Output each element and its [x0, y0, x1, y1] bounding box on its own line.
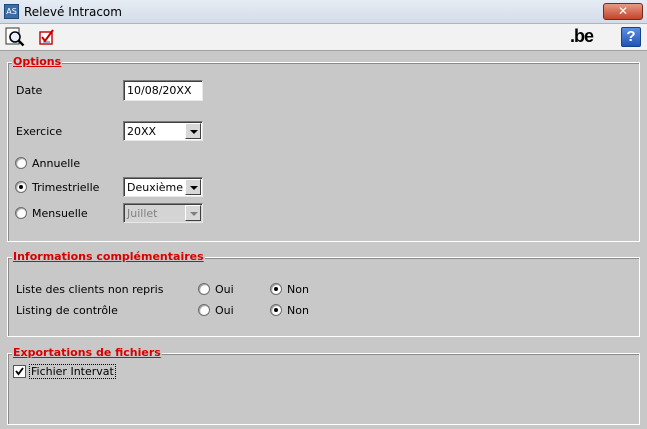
trimestrielle-label: Trimestrielle: [32, 181, 100, 194]
radio-mensuelle[interactable]: [15, 207, 27, 219]
mensuelle-label: Mensuelle: [32, 207, 88, 220]
magnifier-page-icon[interactable]: [4, 26, 26, 48]
date-input[interactable]: 10/08/20XX: [123, 80, 203, 101]
exercice-select[interactable]: 20XX: [123, 121, 203, 141]
info-group-title: Informations complémentaires: [12, 250, 205, 263]
clients-label: Liste des clients non repris: [16, 283, 164, 296]
month-select: Juillet: [123, 203, 203, 223]
control-label: Listing de contrôle: [16, 304, 118, 317]
exercice-label: Exercice: [16, 125, 63, 138]
toolbar: .be ?: [0, 24, 647, 51]
window-title: Relevé Intracom: [24, 5, 122, 19]
clients-radio-non[interactable]: [270, 283, 282, 295]
info-group: Informations complémentaires Liste des c…: [7, 250, 640, 337]
quarter-value: Deuxième: [127, 181, 184, 194]
control-radio-oui[interactable]: [198, 304, 210, 316]
annuelle-label: Annuelle: [32, 157, 81, 170]
control-non-label: Non: [287, 304, 309, 317]
intervat-label-text: Fichier Intervat: [29, 364, 116, 379]
app-icon: AS: [4, 4, 19, 19]
month-value: Juillet: [127, 207, 158, 220]
be-logo: .be: [570, 26, 594, 46]
control-radio-non[interactable]: [270, 304, 282, 316]
chevron-down-icon[interactable]: [185, 123, 201, 139]
clients-oui-label: Oui: [215, 283, 234, 296]
title-bar: AS Relevé Intracom ✕: [0, 0, 647, 24]
quarter-select[interactable]: Deuxième: [123, 177, 203, 197]
chevron-down-icon: [185, 205, 201, 221]
intervat-checkbox[interactable]: [13, 365, 26, 378]
radio-annuelle[interactable]: [15, 157, 27, 169]
exports-group-title: Exportations de fichiers: [12, 346, 162, 359]
chevron-down-icon[interactable]: [185, 179, 201, 195]
close-button[interactable]: ✕: [603, 3, 643, 20]
checkmark-icon: [15, 367, 24, 376]
date-label: Date: [16, 84, 43, 97]
clients-non-label: Non: [287, 283, 309, 296]
options-group-title: Options: [12, 55, 63, 68]
exports-group: Exportations de fichiers Fichier Interva…: [7, 346, 640, 425]
checklist-icon[interactable]: [36, 26, 58, 48]
options-group: Options Date 10/08/20XX Exercice 20XX An…: [7, 55, 640, 242]
intervat-label: Fichier Intervat: [29, 364, 116, 379]
clients-radio-oui[interactable]: [198, 283, 210, 295]
exercice-value: 20XX: [127, 125, 157, 138]
control-oui-label: Oui: [215, 304, 234, 317]
help-button[interactable]: ?: [621, 27, 641, 47]
radio-trimestrielle[interactable]: [15, 181, 27, 193]
